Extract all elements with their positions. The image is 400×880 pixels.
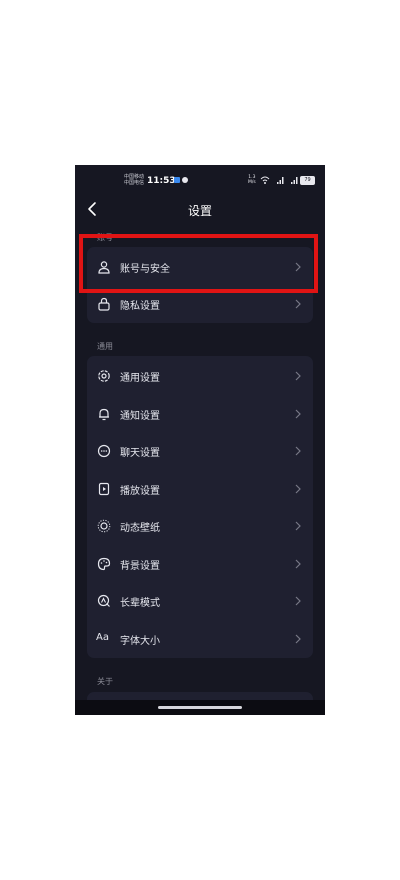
palette-icon (97, 557, 111, 570)
font-size-icon: Aa (96, 631, 109, 643)
settings-item-label: 字体大小 (120, 635, 160, 647)
settings-item-label: 隐私设置 (120, 301, 160, 312)
status-time: 11:53 (147, 176, 176, 186)
bell-icon (99, 408, 109, 420)
gear-icon (98, 370, 110, 382)
highlight-box (79, 234, 318, 293)
settings-item-label: 播放设置 (120, 485, 160, 497)
settings-item-live-wallpaper[interactable]: 动态壁纸 (87, 508, 313, 544)
app-notification-icon (174, 177, 180, 183)
message-notification-icon (182, 177, 188, 183)
signal-icon-1 (277, 177, 284, 184)
settings-item-general[interactable]: 通用设置 (87, 358, 313, 394)
carrier-info: 中国移动 中国电信 (124, 174, 144, 186)
chevron-right-icon (295, 559, 301, 568)
wifi-icon (260, 176, 270, 184)
lock-icon (98, 297, 110, 311)
battery-icon: 79 (300, 176, 315, 185)
chevron-right-icon (295, 299, 301, 309)
section-label-general: 通用 (97, 342, 113, 351)
home-indicator[interactable] (158, 706, 242, 709)
chat-bubble-icon (97, 444, 111, 458)
settings-item-background[interactable]: 背景设置 (87, 546, 313, 582)
chevron-right-icon (295, 634, 301, 643)
chevron-right-icon (295, 371, 301, 381)
settings-item-notifications[interactable]: 通知设置 (87, 396, 313, 432)
chevron-right-icon (295, 521, 301, 531)
chevron-right-icon (295, 446, 301, 456)
section-label-about: 关于 (97, 677, 113, 686)
settings-item-label: 通知设置 (120, 410, 160, 422)
network-speed-unit: M/s (248, 180, 256, 185)
settings-item-label: 聊天设置 (120, 448, 160, 459)
settings-item-chat[interactable]: 聊天设置 (87, 433, 313, 469)
elder-mode-icon (97, 594, 110, 607)
settings-item-playback[interactable]: 播放设置 (87, 471, 313, 507)
status-bar: 中国移动 中国电信 11:53 1.3 M/s 79 (75, 165, 325, 195)
network-speed: 1.3 M/s (248, 175, 256, 185)
settings-item-font-size[interactable]: Aa 字体大小 (87, 621, 313, 657)
settings-item-elder-mode[interactable]: 长辈模式 (87, 583, 313, 619)
play-device-icon (98, 482, 110, 495)
general-card: 通用设置 通知设置 聊天设置 播放设置 动态壁纸 背景设置 长辈模式 Aa 字体… (87, 356, 313, 658)
settings-item-label: 通用设置 (120, 373, 160, 384)
settings-item-label: 背景设置 (120, 560, 160, 572)
chevron-right-icon (295, 596, 301, 606)
wallpaper-icon (97, 519, 111, 533)
carrier-2: 中国电信 (124, 180, 145, 186)
page-title: 设置 (187, 204, 212, 218)
settings-item-label: 长辈模式 (120, 598, 160, 609)
chevron-right-icon (295, 484, 301, 493)
signal-icon-2 (291, 177, 298, 184)
chevron-right-icon (295, 409, 301, 418)
settings-item-label: 动态壁纸 (120, 523, 160, 534)
